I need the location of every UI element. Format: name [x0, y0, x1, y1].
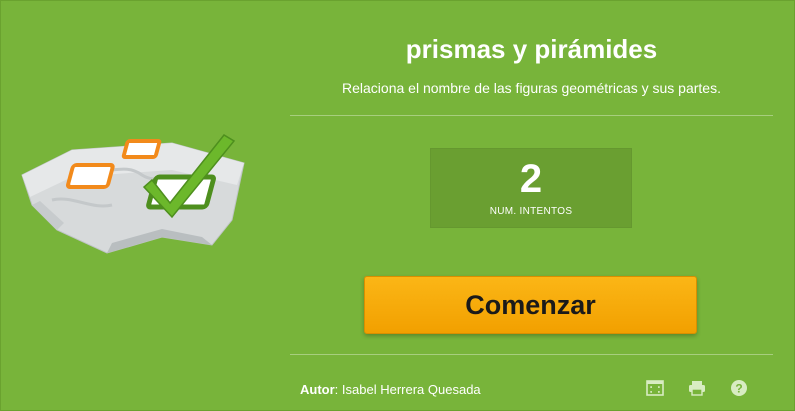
fullscreen-icon[interactable]: [645, 378, 665, 398]
attempts-count: 2: [519, 157, 543, 201]
svg-text:?: ?: [735, 382, 742, 396]
start-button[interactable]: Comenzar: [364, 276, 697, 334]
activity-subtitle: Relaciona el nombre de las figuras geomé…: [342, 80, 721, 96]
bottom-divider: [290, 354, 773, 355]
attempts-panel: 2 NUM. INTENTOS: [430, 148, 632, 228]
activity-illustration: [21, 134, 245, 254]
top-divider: [290, 115, 773, 116]
print-icon[interactable]: [687, 378, 707, 398]
author-credit: Autor: Isabel Herrera Quesada: [300, 382, 481, 397]
footer-toolbar: ?: [645, 378, 749, 398]
author-name: Isabel Herrera Quesada: [338, 382, 481, 397]
attempts-label: NUM. INTENTOS: [489, 206, 573, 217]
activity-title: prismas y pirámides: [405, 34, 658, 64]
author-label: Autor: [300, 382, 335, 397]
help-icon[interactable]: ?: [729, 378, 749, 398]
